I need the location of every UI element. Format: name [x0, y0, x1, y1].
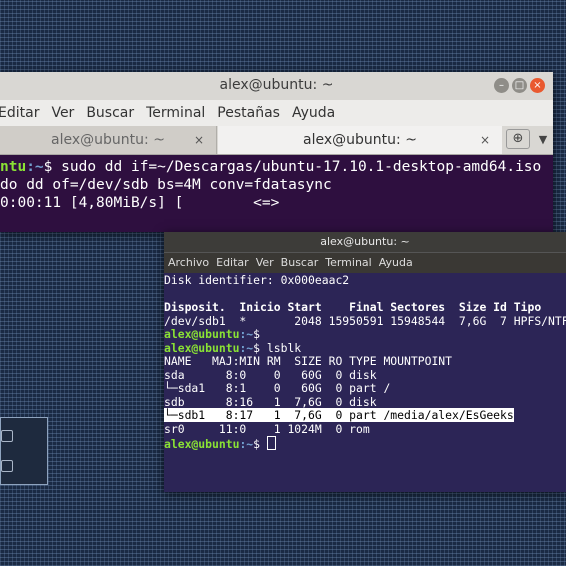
highlighted-line: └─sdb1 8:17 1 7,6G 0 part /media/alex/Es… [164, 408, 514, 422]
terminal-window-second: alex@ubuntu: ~ Archivo Editar Ver Buscar Ter… [164, 232, 566, 492]
table-header: Disposit. Inicio Start Final Sectores Si… [164, 300, 542, 314]
menu-bar: Archivo Editar Ver Buscar Terminal Ayuda [164, 252, 566, 273]
terminal-window-main: alex@ubuntu: ~ – □ × Editar Ver Buscar Term… [0, 72, 553, 232]
checkbox[interactable] [1, 430, 13, 442]
title-bar[interactable]: alex@ubuntu: ~ – □ × [0, 72, 553, 100]
command-text: $ [253, 437, 267, 451]
output-line: sda 8:0 0 60G 0 disk [164, 367, 377, 382]
prompt-user: alex@ubuntu [164, 340, 240, 355]
close-tab-icon[interactable]: × [480, 126, 490, 154]
menu-archivo[interactable]: Archivo [168, 256, 209, 269]
tab-1[interactable]: alex@ubuntu: ~ × [0, 126, 217, 154]
menu-ver[interactable]: Ver [51, 105, 74, 121]
prompt-user: alex@ubuntu [164, 327, 240, 341]
output-line: NAME MAJ:MIN RM SIZE RO TYPE MOUNTPOINT [164, 354, 453, 368]
prompt-path: :~ [239, 327, 254, 341]
tab-label: alex@ubuntu: ~ [51, 132, 165, 148]
menu-editar[interactable]: Editar [0, 105, 39, 121]
menu-terminal[interactable]: Terminal [325, 256, 372, 269]
prompt-path: :~ [239, 437, 254, 451]
close-icon[interactable]: × [530, 78, 545, 93]
command-text: $ sudo dd if=~/Descargas/ubuntu-17.10.1-… [43, 159, 553, 175]
new-tab-icon[interactable]: ⊕ [506, 129, 530, 149]
chevron-down-icon[interactable]: ▼ [536, 129, 550, 151]
tab-bar: alex@ubuntu: ~ × alex@ubuntu: ~ × ⊕ ▼ [0, 126, 553, 155]
title-bar[interactable]: alex@ubuntu: ~ [164, 232, 566, 252]
tab-label: alex@ubuntu: ~ [303, 132, 417, 148]
output-line: sr0 11:0 1 1024M 0 rom [164, 421, 370, 436]
progress-indicator: <=> [253, 195, 280, 211]
menu-ayuda[interactable]: Ayuda [379, 256, 413, 269]
output-line: sdb 8:16 1 7,6G 0 disk [164, 394, 377, 409]
menu-ayuda[interactable]: Ayuda [292, 105, 335, 121]
command-text: do dd of=/dev/sdb bs=4M conv=fdatasync [0, 177, 332, 193]
output-line: Disk identifier: 0x000eaac2 [164, 274, 350, 287]
menu-terminal[interactable]: Terminal [146, 105, 205, 121]
menu-buscar[interactable]: Buscar [281, 256, 319, 269]
checkbox[interactable] [1, 460, 13, 472]
dialog-fragment [0, 417, 48, 485]
window-title: alex@ubuntu: ~ [219, 77, 334, 93]
menu-buscar[interactable]: Buscar [86, 105, 134, 121]
maximize-icon[interactable]: □ [512, 78, 527, 93]
terminal-output[interactable]: Disk identifier: 0x000eaac2 Disposit. In… [164, 274, 566, 492]
prompt-user: ntu [0, 159, 27, 175]
progress-text: 0:00:11 [4,80MiB/s] [ [0, 195, 184, 211]
menu-bar: Editar Ver Buscar Terminal Pestañas Ayuda [0, 100, 553, 126]
minimize-icon[interactable]: – [494, 78, 509, 93]
window-title: alex@ubuntu: ~ [320, 235, 410, 248]
prompt-path: :~ [239, 340, 254, 355]
menu-editar[interactable]: Editar [216, 256, 249, 269]
menu-pestanas[interactable]: Pestañas [217, 105, 280, 121]
prompt-user: alex@ubuntu [164, 437, 240, 451]
text-cursor [266, 436, 276, 450]
command-text: $ lsblk [253, 340, 302, 355]
menu-ver[interactable]: Ver [256, 256, 274, 269]
terminal-output[interactable]: ntu:~$ sudo dd if=~/Descargas/ubuntu-17.… [0, 154, 553, 232]
output-line: └─sda1 8:1 0 60G 0 part / [164, 381, 391, 395]
command-text: $ [253, 327, 261, 341]
tab-2[interactable]: alex@ubuntu: ~ × [218, 126, 502, 154]
close-tab-icon[interactable]: × [194, 126, 204, 154]
prompt-path: :~ [26, 159, 44, 175]
output-line: /dev/sdb1 * 2048 15950591 15948544 7,6G … [164, 313, 566, 328]
